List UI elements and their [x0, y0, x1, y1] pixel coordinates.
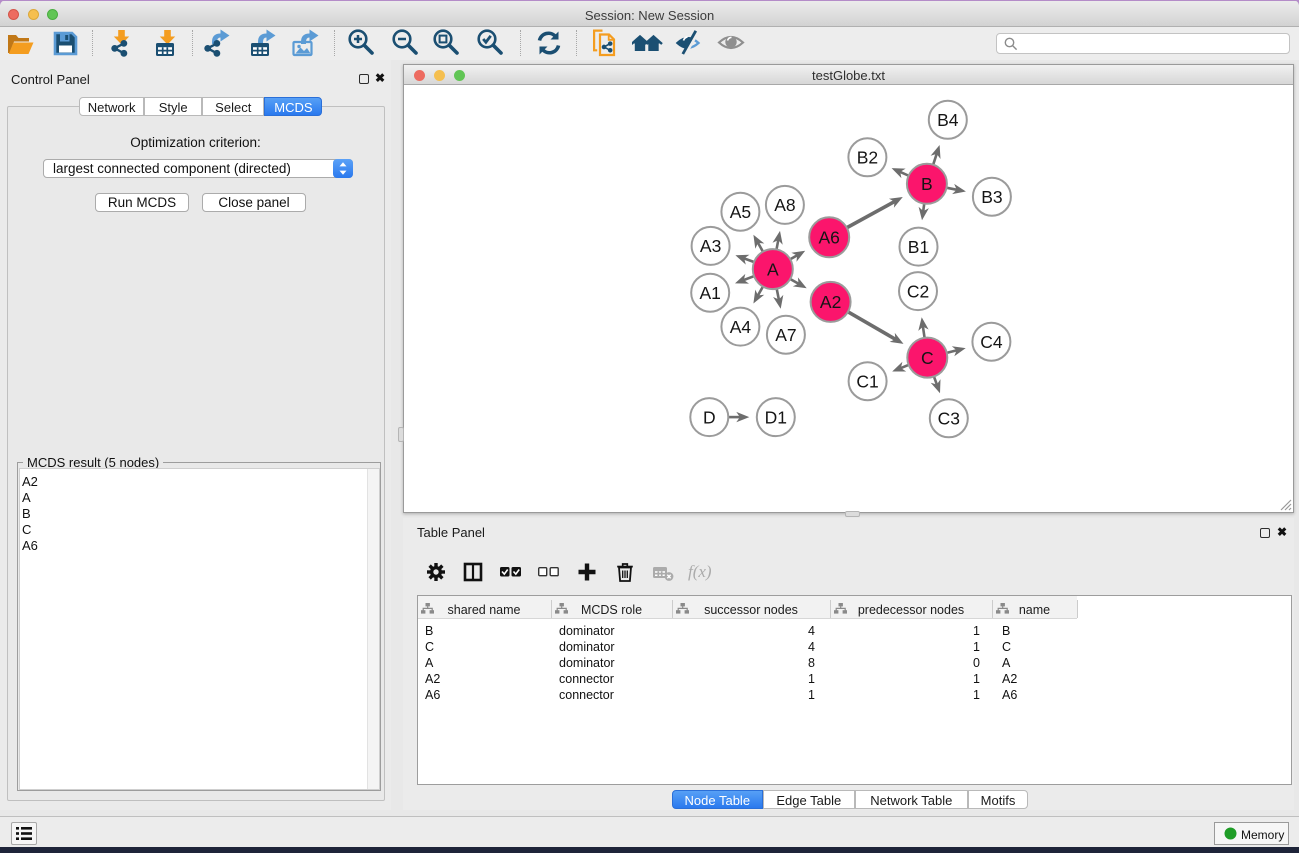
svg-text:B2: B2: [857, 148, 878, 168]
svg-text:B4: B4: [937, 110, 959, 130]
svg-text:C: C: [921, 348, 934, 368]
svg-text:A1: A1: [699, 283, 720, 303]
svg-text:B: B: [921, 174, 933, 194]
svg-text:C2: C2: [907, 281, 929, 301]
svg-text:A6: A6: [818, 228, 839, 248]
svg-text:A: A: [767, 259, 779, 279]
svg-text:A7: A7: [775, 325, 796, 345]
svg-text:D1: D1: [765, 407, 787, 427]
svg-text:C4: C4: [980, 332, 1003, 352]
svg-text:A4: A4: [730, 317, 752, 337]
svg-text:A3: A3: [700, 236, 721, 256]
svg-text:B3: B3: [981, 187, 1002, 207]
svg-text:C1: C1: [856, 371, 878, 391]
svg-text:A5: A5: [730, 202, 751, 222]
svg-text:D: D: [703, 407, 716, 427]
svg-text:C3: C3: [938, 409, 960, 429]
svg-text:A8: A8: [774, 195, 795, 215]
svg-text:A2: A2: [820, 292, 841, 312]
svg-text:B1: B1: [908, 237, 929, 257]
